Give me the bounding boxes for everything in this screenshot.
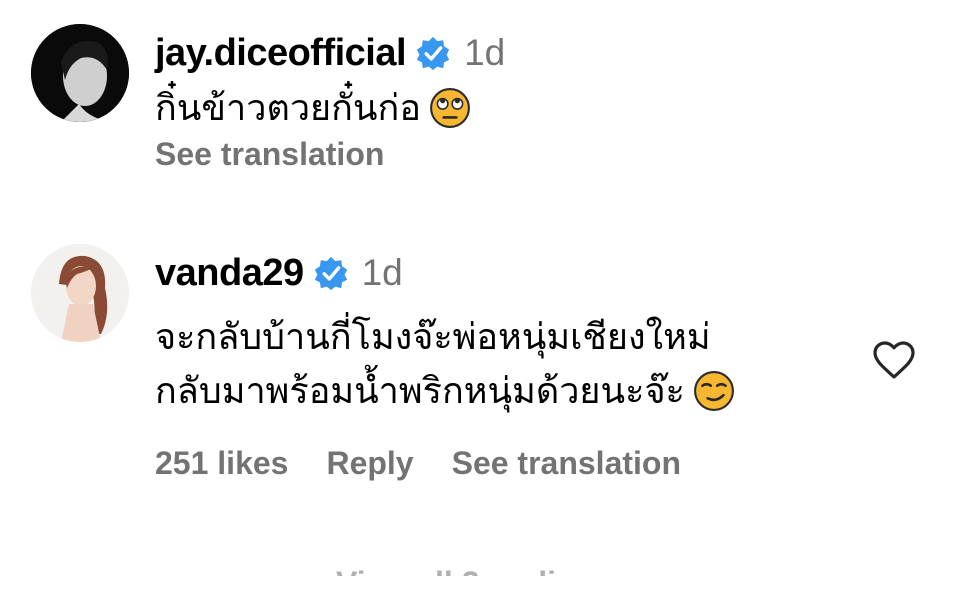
smirk-emoji	[693, 371, 734, 411]
verified-badge-icon	[314, 256, 347, 290]
comment-time: 1d	[464, 32, 506, 73]
avatar-photo	[31, 24, 129, 122]
avatar-photo	[31, 244, 129, 342]
see-translation-link[interactable]: See translation	[155, 136, 384, 173]
heart-outline-icon[interactable]	[870, 336, 918, 384]
comment-text: กิ๋นข้าวตวยกั๋นก่อ	[155, 81, 471, 135]
rolling-eyes-emoji	[430, 88, 470, 128]
comment-line: กลับมาพร้อมน้ำพริกหนุ่มด้วยนะจ๊ะ	[155, 370, 685, 411]
comment-time: 1d	[361, 252, 403, 293]
likes-count[interactable]: 251 likes	[155, 445, 288, 482]
username[interactable]: jay.diceofficial	[155, 32, 407, 75]
comment-line: จะกลับบ้านกี่โมงจ๊ะพ่อหนุ่มเชียงใหม่	[155, 316, 711, 357]
avatar[interactable]	[31, 24, 129, 122]
reply-button[interactable]: Reply	[326, 445, 413, 482]
verified-badge-icon	[416, 36, 450, 70]
comment-actions: See translation	[155, 136, 422, 173]
comment-line-2: กลับมาพร้อมน้ำพริกหนุ่มด้วยนะจ๊ะ	[155, 364, 735, 418]
username[interactable]: vanda29	[155, 252, 304, 295]
see-translation-link[interactable]: See translation	[452, 445, 681, 482]
avatar[interactable]	[31, 244, 129, 342]
comment-actions: 251 likes Reply See translation	[155, 445, 719, 482]
view-replies-button[interactable]: View all 2 replies	[258, 548, 592, 576]
comment-line-1: จะกลับบ้านกี่โมงจ๊ะพ่อหนุ่มเชียงใหม่	[155, 310, 711, 364]
view-replies-label: View all 2 replies	[336, 565, 592, 576]
comment-line: กิ๋นข้าวตวยกั๋นก่อ	[155, 87, 421, 128]
